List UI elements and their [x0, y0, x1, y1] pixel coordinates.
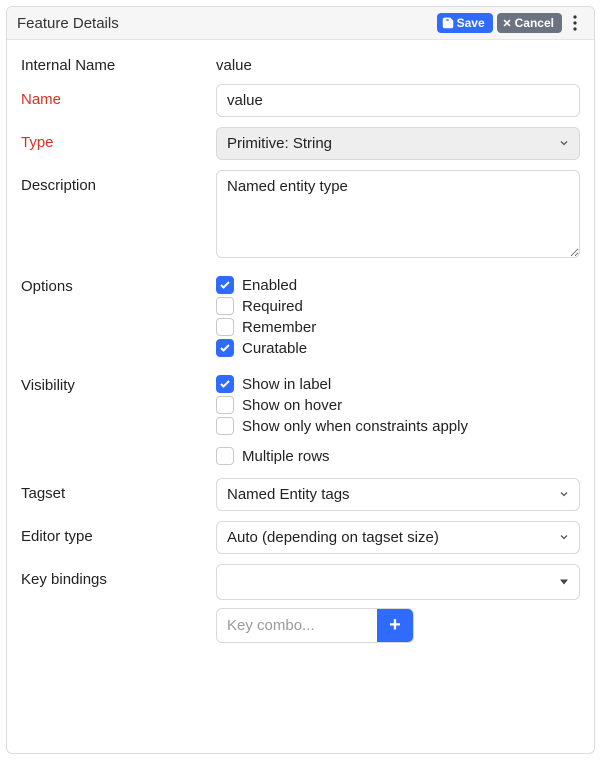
- header-actions: Save Cancel: [437, 13, 584, 33]
- visibility-item-label: Multiple rows: [242, 448, 330, 465]
- plus-icon: +: [389, 614, 401, 637]
- save-button-label: Save: [457, 15, 485, 31]
- editor-type-select[interactable]: Auto (depending on tagset size): [216, 521, 580, 554]
- checkbox-icon: [216, 417, 234, 435]
- checkbox-icon: [216, 447, 234, 465]
- option-curatable[interactable]: Curatable: [216, 339, 580, 357]
- option-label: Required: [242, 298, 303, 315]
- panel-header: Feature Details Save Cancel: [7, 7, 594, 40]
- save-button[interactable]: Save: [437, 13, 493, 33]
- internal-name-label: Internal Name: [21, 50, 216, 74]
- add-key-combo-button[interactable]: +: [377, 609, 413, 642]
- cancel-button[interactable]: Cancel: [497, 13, 562, 33]
- key-bindings-select[interactable]: [216, 564, 580, 600]
- editor-type-label: Editor type: [21, 521, 216, 545]
- panel-body: Internal Name value Name Type Primitive:…: [7, 40, 594, 753]
- key-combo-row: +: [216, 608, 414, 643]
- internal-name-value: value: [216, 50, 580, 74]
- option-label: Curatable: [242, 340, 307, 357]
- type-label: Type: [21, 127, 216, 151]
- checkbox-icon: [216, 375, 234, 393]
- visibility-item-label: Show in label: [242, 376, 331, 393]
- checkbox-icon: [216, 339, 234, 357]
- visibility-constraints[interactable]: Show only when constraints apply: [216, 417, 580, 435]
- option-remember[interactable]: Remember: [216, 318, 580, 336]
- option-label: Remember: [242, 319, 316, 336]
- tagset-label: Tagset: [21, 478, 216, 502]
- visibility-item-label: Show on hover: [242, 397, 342, 414]
- checkbox-icon: [216, 396, 234, 414]
- save-icon: [442, 17, 454, 29]
- checkbox-icon: [216, 318, 234, 336]
- key-combo-input[interactable]: [217, 609, 377, 642]
- checkbox-icon: [216, 297, 234, 315]
- cancel-button-label: Cancel: [515, 15, 554, 31]
- option-label: Enabled: [242, 277, 297, 294]
- close-icon: [502, 18, 512, 28]
- option-enabled[interactable]: Enabled: [216, 276, 580, 294]
- visibility-multiple-rows[interactable]: Multiple rows: [216, 447, 580, 465]
- tagset-select[interactable]: Named Entity tags: [216, 478, 580, 511]
- checkbox-icon: [216, 276, 234, 294]
- visibility-item-label: Show only when constraints apply: [242, 418, 468, 435]
- visibility-show-in-label[interactable]: Show in label: [216, 375, 580, 393]
- visibility-group: Show in label Show on hover Show only wh…: [216, 370, 580, 468]
- visibility-show-on-hover[interactable]: Show on hover: [216, 396, 580, 414]
- options-label: Options: [21, 271, 216, 295]
- name-input[interactable]: [216, 84, 580, 117]
- option-required[interactable]: Required: [216, 297, 580, 315]
- name-label: Name: [21, 84, 216, 108]
- options-group: Enabled Required Remember Curatable: [216, 271, 580, 360]
- feature-details-panel: Feature Details Save Cancel: [6, 6, 595, 754]
- key-bindings-label: Key bindings: [21, 564, 216, 588]
- panel-title: Feature Details: [17, 15, 119, 32]
- visibility-label: Visibility: [21, 370, 216, 394]
- type-select[interactable]: Primitive: String: [216, 127, 580, 160]
- description-label: Description: [21, 170, 216, 194]
- description-input[interactable]: Named entity type: [216, 170, 580, 258]
- more-menu-button[interactable]: [566, 13, 584, 33]
